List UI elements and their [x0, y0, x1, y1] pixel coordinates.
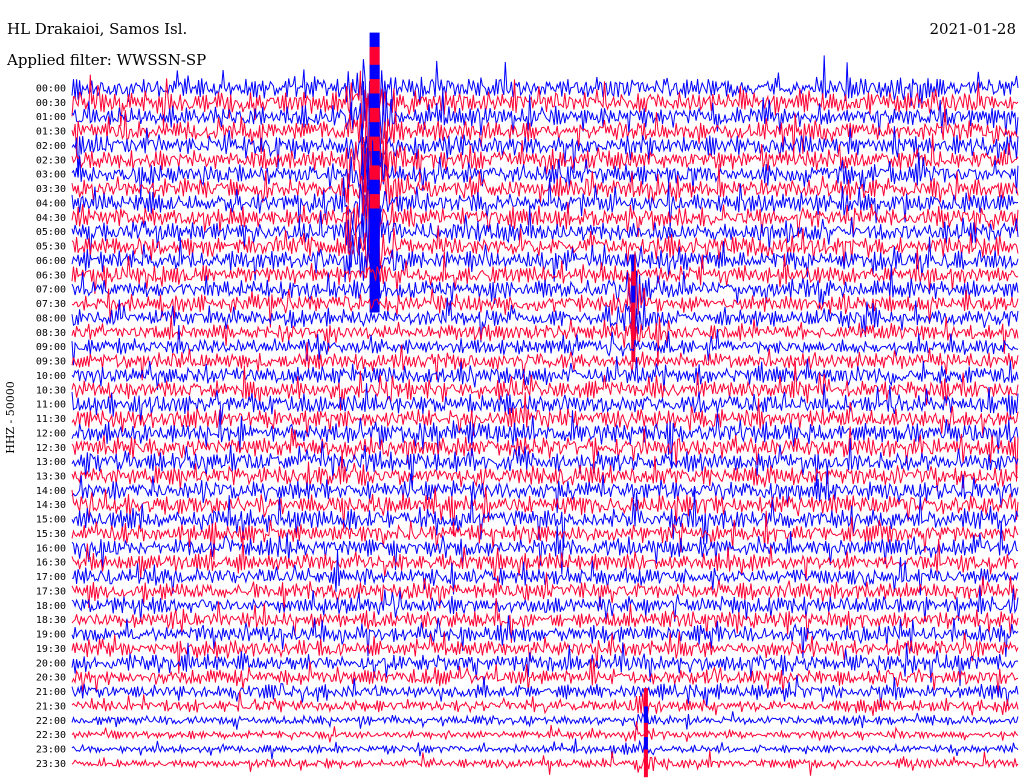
event-burst [369, 208, 380, 313]
trace-row [71, 70, 1019, 135]
row-tick-label: 00:30 [36, 98, 66, 109]
row-tick-label: 03:00 [36, 170, 66, 181]
row-tick-label: 06:30 [36, 270, 66, 281]
row-tick-label: 09:30 [36, 357, 66, 368]
trace-group [71, 32, 1019, 778]
trace-row [71, 738, 1019, 760]
row-tick-label: 07:30 [36, 299, 66, 310]
row-tick-label: 02:00 [36, 141, 66, 152]
trace-row [71, 721, 1019, 743]
row-tick-label: 10:30 [36, 385, 66, 396]
row-tick-label: 15:00 [36, 515, 66, 526]
row-tick-label: 01:00 [36, 112, 66, 123]
row-tick-label: 12:30 [36, 443, 66, 454]
helicorder-chart: HL Drakaioi, Samos Isl. Applied filter: … [0, 0, 1024, 780]
row-tick-label: 23:30 [36, 759, 66, 770]
row-tick-label: 19:30 [36, 644, 66, 655]
row-tick-label: 08:00 [36, 313, 66, 324]
row-tick-label: 21:30 [36, 701, 66, 712]
row-tick-label: 05:30 [36, 242, 66, 253]
row-tick-label: 12:00 [36, 428, 66, 439]
row-tick-label: 16:00 [36, 543, 66, 554]
row-tick-label: 21:00 [36, 687, 66, 698]
seismogram-plot: 00:00 00:30 01:00 01:30 02:00 02:30 03:00 03:30… [36, 32, 1019, 778]
row-tick-label: 10:00 [36, 371, 66, 382]
row-tick-label: 04:30 [36, 213, 66, 224]
row-tick-label: 11:30 [36, 414, 66, 425]
row-tick-label: 03:30 [36, 184, 66, 195]
trace-row [71, 750, 1019, 776]
trace-row [71, 711, 1019, 734]
row-tick-label: 01:30 [36, 127, 66, 138]
row-tick-label: 05:00 [36, 227, 66, 238]
row-tick-label: 20:00 [36, 658, 66, 669]
row-tick-label: 22:00 [36, 716, 66, 727]
trace-row [71, 199, 1019, 275]
row-tick-label: 07:00 [36, 285, 66, 296]
row-tick-label: 20:30 [36, 673, 66, 684]
row-tick-label: 16:30 [36, 558, 66, 569]
row-tick-labels: 00:00 00:30 01:00 01:30 02:00 02:30 03:00 03:30… [36, 84, 66, 770]
row-tick-label: 17:00 [36, 572, 66, 583]
event-burst [631, 302, 636, 362]
event-burst [643, 749, 648, 778]
row-tick-label: 08:30 [36, 328, 66, 339]
row-tick-label: 09:00 [36, 342, 66, 353]
trace-row [71, 251, 1019, 328]
row-tick-label: 02:30 [36, 155, 66, 166]
row-tick-label: 22:30 [36, 730, 66, 741]
trace-row [71, 55, 1019, 121]
row-tick-label: 17:30 [36, 586, 66, 597]
row-tick-label: 23:00 [36, 745, 66, 756]
trace-row [71, 489, 1019, 551]
row-tick-label: 11:00 [36, 400, 66, 411]
row-tick-label: 13:30 [36, 471, 66, 482]
row-tick-label: 14:00 [36, 486, 66, 497]
row-tick-label: 13:00 [36, 457, 66, 468]
row-tick-label: 18:30 [36, 615, 66, 626]
row-tick-label: 00:00 [36, 84, 66, 95]
trace-row [71, 324, 1019, 366]
row-tick-label: 19:00 [36, 630, 66, 641]
row-tick-label: 15:30 [36, 529, 66, 540]
row-tick-label: 14:30 [36, 500, 66, 511]
row-tick-label: 06:00 [36, 256, 66, 267]
row-tick-label: 04:00 [36, 198, 66, 209]
row-tick-label: 18:00 [36, 601, 66, 612]
trace-row [71, 342, 1019, 381]
